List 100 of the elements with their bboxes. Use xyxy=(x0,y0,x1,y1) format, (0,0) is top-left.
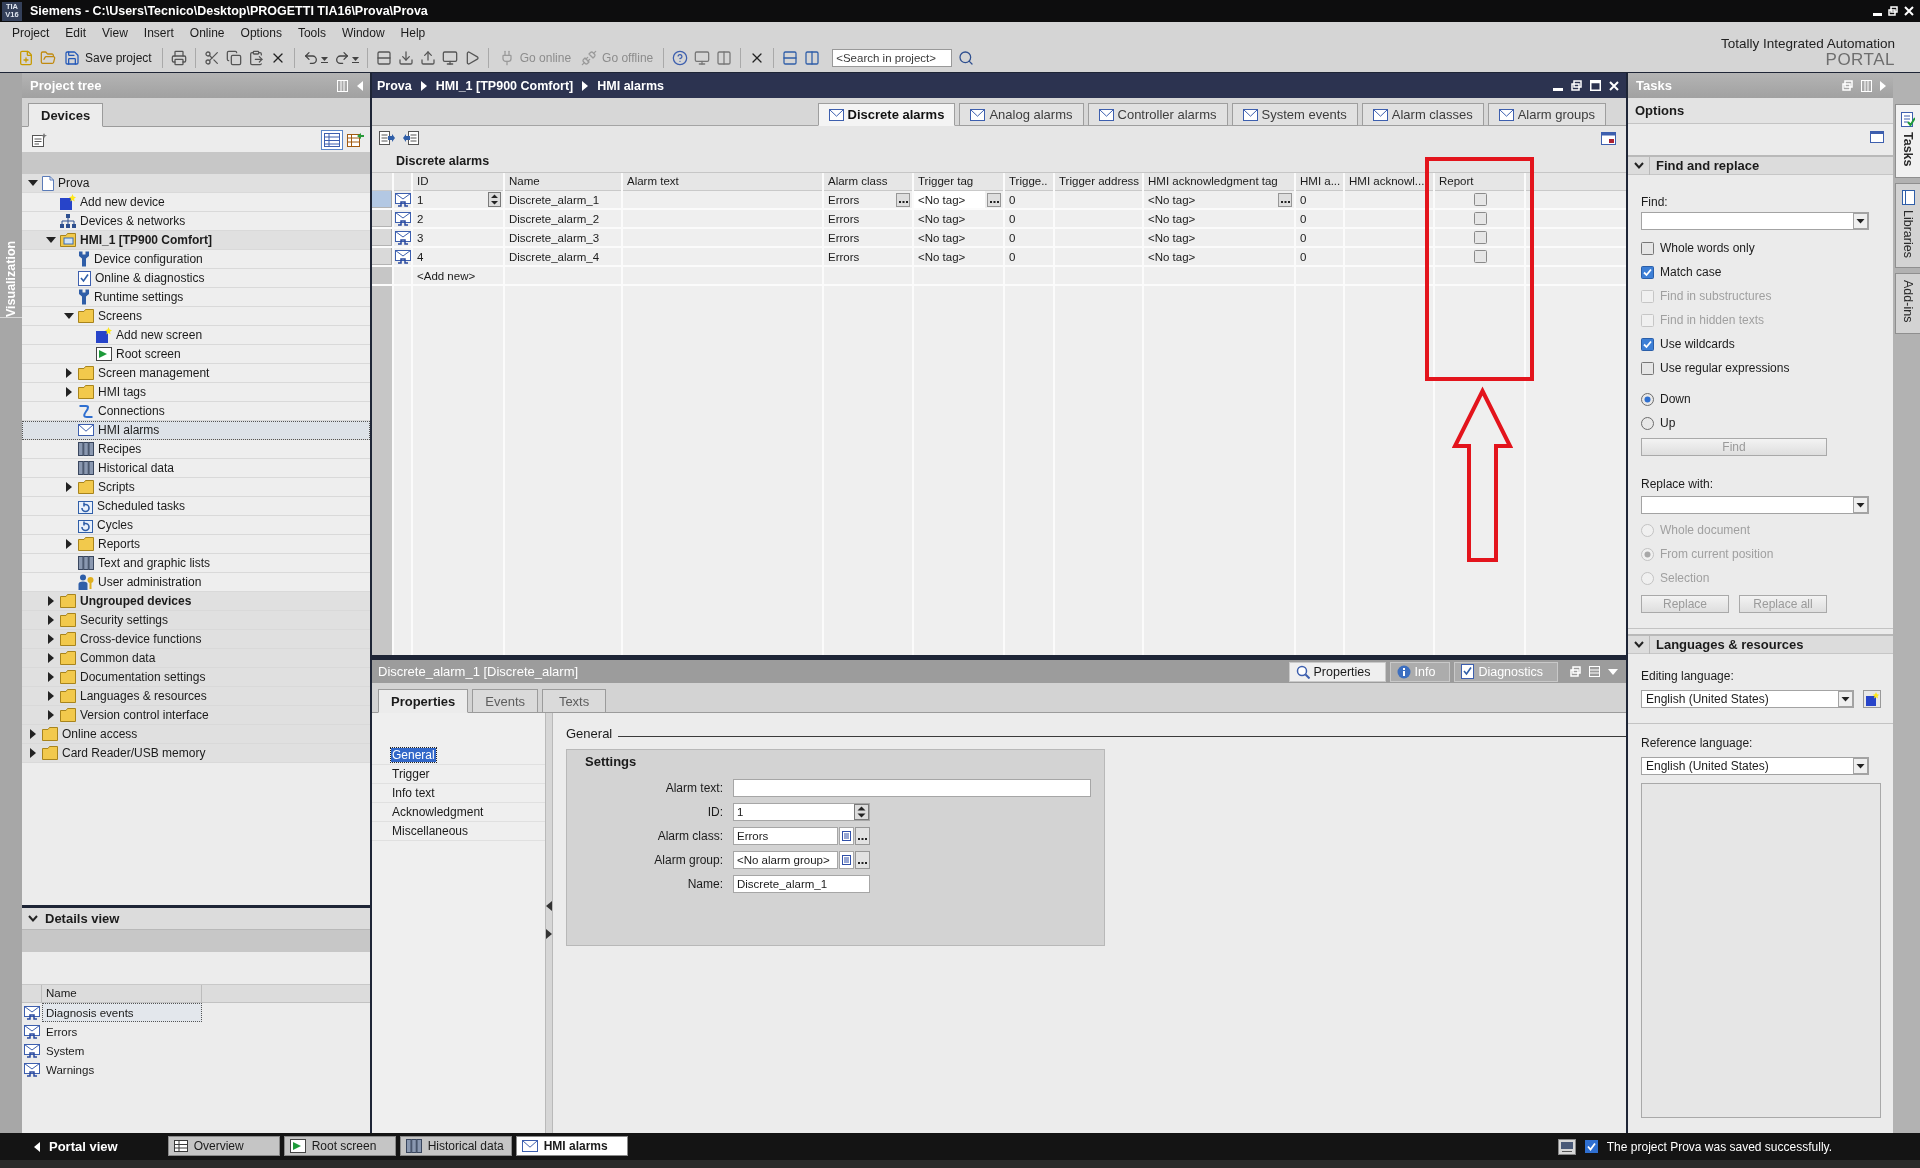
tree-item[interactable]: Languages & resources xyxy=(22,687,370,706)
editor-tab[interactable]: Historical data xyxy=(399,1136,512,1156)
section-header[interactable]: Languages & resources xyxy=(1628,634,1893,654)
nav-item[interactable]: Miscellaneous xyxy=(391,824,470,838)
nav-item[interactable]: General xyxy=(391,748,436,762)
column-header[interactable]: Name xyxy=(505,173,623,191)
input-field[interactable]: <No tag> xyxy=(914,191,985,208)
list-item[interactable]: Diagnosis events xyxy=(42,1003,202,1022)
tree-item[interactable]: HMI tags xyxy=(22,383,370,402)
caret-right-icon[interactable] xyxy=(30,729,36,739)
menu-item[interactable]: Edit xyxy=(57,24,95,42)
menu-item[interactable]: View xyxy=(94,24,136,42)
tab[interactable]: System events xyxy=(1231,103,1358,126)
caret-right-icon[interactable] xyxy=(48,634,54,644)
tab[interactable]: Events xyxy=(472,689,539,713)
caret-right-icon[interactable] xyxy=(48,672,54,682)
caret-right-icon[interactable] xyxy=(48,596,54,606)
tab[interactable]: Discrete alarms xyxy=(817,103,956,126)
copy-icon[interactable] xyxy=(225,50,242,66)
help-icon[interactable] xyxy=(672,50,689,66)
table-arrow-icon[interactable] xyxy=(347,132,364,147)
list-icon[interactable] xyxy=(839,827,854,845)
chevron-down-icon[interactable] xyxy=(1633,641,1644,648)
close-icon[interactable] xyxy=(1609,80,1619,91)
search-icon[interactable] xyxy=(958,50,975,66)
caret-right-icon[interactable] xyxy=(48,691,54,701)
tree-item[interactable]: Cross-device functions xyxy=(22,630,370,649)
checkbox[interactable] xyxy=(1641,337,1654,351)
editor-tab[interactable]: Overview xyxy=(167,1136,280,1156)
tab[interactable]: Texts xyxy=(542,689,607,713)
tab[interactable]: Analog alarms xyxy=(959,103,1084,126)
column-header[interactable]: ID xyxy=(413,173,505,191)
add-new-row[interactable]: <Add new> xyxy=(417,269,476,282)
menu-item[interactable]: Window xyxy=(333,24,393,42)
tree-item[interactable]: Add new screen xyxy=(22,326,370,345)
caret-down-icon[interactable] xyxy=(64,313,74,319)
tree-item[interactable]: HMI alarms xyxy=(22,421,370,440)
breadcrumb-item[interactable]: HMI_1 [TP900 Comfort] xyxy=(435,78,574,93)
tab[interactable]: Controller alarms xyxy=(1087,103,1228,126)
tree-item[interactable]: Reports xyxy=(22,535,370,554)
browse-button[interactable] xyxy=(987,192,1001,207)
spinner-icon[interactable] xyxy=(854,804,869,820)
list-view-button[interactable] xyxy=(321,129,343,150)
menu-item[interactable]: Insert xyxy=(135,24,182,42)
checkbox[interactable] xyxy=(1474,250,1487,263)
tab[interactable]: Alarm classes xyxy=(1361,103,1484,126)
tree-item[interactable]: Screen management xyxy=(22,364,370,383)
row-panel-icon[interactable] xyxy=(1589,666,1600,677)
split-horizontal-icon[interactable] xyxy=(782,50,799,66)
chevron-down-icon[interactable] xyxy=(28,915,38,922)
caret-right-icon[interactable] xyxy=(30,748,36,758)
rows-panel-icon[interactable] xyxy=(375,50,392,66)
cut-icon[interactable] xyxy=(203,50,220,66)
download-icon[interactable] xyxy=(397,50,414,66)
maximize-icon[interactable] xyxy=(1590,80,1601,91)
caret-right-icon[interactable] xyxy=(66,368,72,378)
browse-button[interactable] xyxy=(855,851,870,869)
tree-item[interactable]: Historical data xyxy=(22,459,370,478)
caret-right-icon[interactable] xyxy=(66,387,72,397)
editor-tab[interactable]: HMI alarms xyxy=(515,1136,628,1156)
column-header[interactable]: Report xyxy=(1435,173,1526,191)
tree-item[interactable]: HMI_1 [TP900 Comfort] xyxy=(22,231,370,250)
radio-button[interactable] xyxy=(1641,416,1654,430)
column-header[interactable]: Alarm text xyxy=(623,173,824,191)
input-field[interactable]: Errors xyxy=(733,827,838,845)
nav-item[interactable]: Acknowledgment xyxy=(391,805,485,819)
upload-icon[interactable] xyxy=(419,50,436,66)
search-field[interactable]: <Search in project> xyxy=(832,49,953,67)
menu-item[interactable]: Project xyxy=(4,24,58,42)
radio-button[interactable] xyxy=(1641,392,1654,406)
restore-icon[interactable] xyxy=(1888,6,1898,16)
export-icon[interactable] xyxy=(379,131,395,145)
list-item[interactable]: Warnings xyxy=(42,1060,202,1079)
tree-item[interactable]: Security settings xyxy=(22,611,370,630)
menu-item[interactable]: Help xyxy=(392,24,434,42)
undo-icon[interactable] xyxy=(302,50,319,66)
caret-right-icon[interactable] xyxy=(48,615,54,625)
tree-item[interactable]: Text and graphic lists xyxy=(22,554,370,573)
tab[interactable]: Alarm groups xyxy=(1487,103,1606,126)
nav-item[interactable]: Trigger xyxy=(391,767,431,781)
close-icon[interactable] xyxy=(1904,6,1914,16)
breadcrumb-item[interactable]: HMI alarms xyxy=(597,78,664,93)
tree-item[interactable]: Recipes xyxy=(22,440,370,459)
checkbox[interactable] xyxy=(1474,212,1487,225)
caret-right-icon[interactable] xyxy=(66,482,72,492)
editor-tab[interactable]: Root screen xyxy=(283,1136,396,1156)
details-view-header[interactable]: Details view xyxy=(22,908,370,930)
browse-button[interactable] xyxy=(896,192,910,207)
tree-item[interactable]: Screens xyxy=(22,307,370,326)
tree-item[interactable]: Documentation settings xyxy=(22,668,370,687)
tree-item[interactable]: Ungrouped devices xyxy=(22,592,370,611)
tree-item[interactable]: Devices & networks xyxy=(22,212,370,231)
checkbox[interactable] xyxy=(1474,193,1487,206)
nav-item[interactable]: Info text xyxy=(391,786,436,800)
window-icon[interactable] xyxy=(1601,131,1616,145)
tree-item[interactable]: Card Reader/USB memory xyxy=(22,744,370,763)
columns-icon[interactable] xyxy=(716,50,733,66)
save-project-button[interactable]: Save project xyxy=(62,47,154,69)
monitor-icon[interactable] xyxy=(1557,1138,1576,1155)
print-icon[interactable] xyxy=(170,50,187,66)
